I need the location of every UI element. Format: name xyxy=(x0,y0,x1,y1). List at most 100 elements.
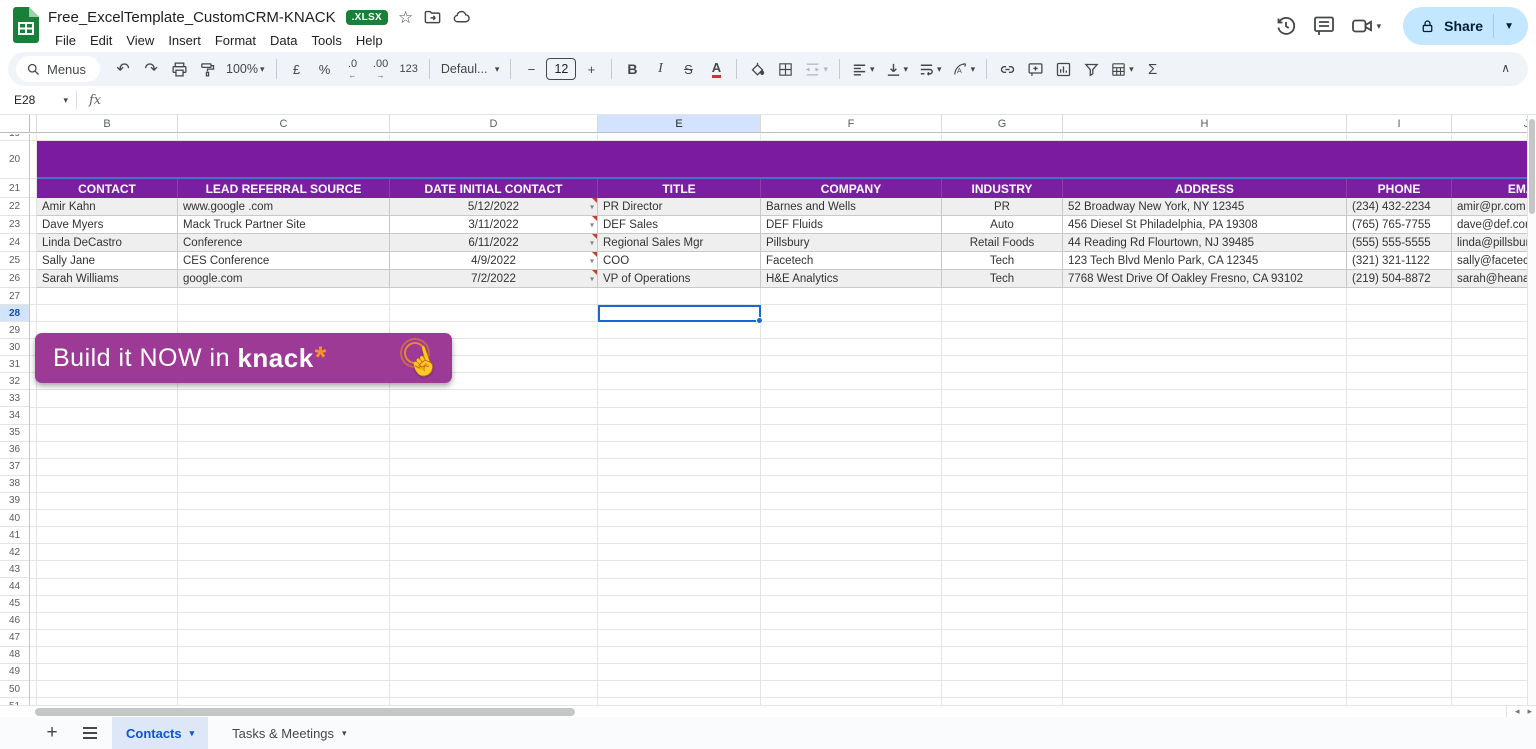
menu-insert[interactable]: Insert xyxy=(161,31,208,50)
menu-edit[interactable]: Edit xyxy=(83,31,119,50)
column-header-f[interactable]: F xyxy=(761,115,942,132)
table-header-cell[interactable]: CONTACT xyxy=(37,179,178,198)
sheets-logo-icon[interactable] xyxy=(12,7,40,43)
grid-cell-email[interactable]: linda@pillsbury xyxy=(1452,234,1527,252)
cloud-status-icon[interactable] xyxy=(452,8,471,27)
row-number-51[interactable]: 51 xyxy=(0,698,29,705)
undo-button[interactable]: ↶ xyxy=(110,56,136,82)
row-number-37[interactable]: 37 xyxy=(0,459,29,476)
grid-cell-date[interactable]: 3/11/2022 ▾ xyxy=(390,216,598,234)
grid-cell-phone[interactable]: (765) 765-7755 xyxy=(1347,216,1452,234)
move-folder-icon[interactable] xyxy=(423,8,442,27)
more-formats-button[interactable]: 123 xyxy=(396,56,422,82)
table-header-cell[interactable]: EMAIL xyxy=(1452,179,1527,198)
grid-cell-industry[interactable]: PR xyxy=(942,198,1063,216)
vertical-scrollbar-thumb[interactable] xyxy=(1529,119,1535,214)
add-sheet-button[interactable]: + xyxy=(40,722,64,744)
sheet-tab-tasks-meetings[interactable]: Tasks & Meetings ▾ xyxy=(218,717,360,749)
menu-help[interactable]: Help xyxy=(349,31,390,50)
strikethrough-button[interactable]: S xyxy=(675,56,701,82)
knack-banner[interactable]: Build it NOW in knack * ☝ xyxy=(35,333,452,383)
table-header-cell[interactable]: LEAD REFERRAL SOURCE xyxy=(178,179,390,198)
font-selector[interactable]: Defaul... ▾ xyxy=(437,56,504,82)
italic-button[interactable]: I xyxy=(647,56,673,82)
video-call-button[interactable]: ▾ xyxy=(1350,14,1381,38)
select-all-corner[interactable] xyxy=(0,115,30,132)
insert-link-button[interactable] xyxy=(994,56,1020,82)
grid-cell-title[interactable]: PR Director xyxy=(598,198,761,216)
name-box[interactable]: E28 ▾ xyxy=(0,93,76,107)
horizontal-scrollbar-thumb[interactable] xyxy=(35,708,575,716)
menu-format[interactable]: Format xyxy=(208,31,263,50)
column-header-e[interactable]: E xyxy=(598,115,761,132)
vertical-align-button[interactable]: ▾ xyxy=(881,56,913,82)
fill-color-button[interactable] xyxy=(744,56,770,82)
grid-cell-company[interactable]: H&E Analytics xyxy=(761,270,942,288)
grid-cell-contact[interactable]: Sarah Williams xyxy=(37,270,178,288)
row-number-44[interactable]: 44 xyxy=(0,578,29,596)
grid-cell-company[interactable]: Barnes and Wells xyxy=(761,198,942,216)
column-header-h[interactable]: H xyxy=(1063,115,1347,132)
row-number-40[interactable]: 40 xyxy=(0,510,29,528)
row-number-43[interactable]: 43 xyxy=(0,561,29,579)
grid-cell-industry[interactable]: Auto xyxy=(942,216,1063,234)
scroll-left-icon[interactable]: ◂ xyxy=(1515,706,1520,717)
grid-cell-source[interactable]: google.com xyxy=(178,270,390,288)
active-cell-outline[interactable] xyxy=(598,305,763,324)
row-number-35[interactable]: 35 xyxy=(0,425,29,442)
row-number-32[interactable]: 32 xyxy=(0,373,29,391)
decrease-font-size-button[interactable]: − xyxy=(518,56,544,82)
increase-font-size-button[interactable]: + xyxy=(578,56,604,82)
font-size-input[interactable]: 12 xyxy=(546,58,577,80)
row-number-48[interactable]: 48 xyxy=(0,647,29,664)
row-number-41[interactable]: 41 xyxy=(0,527,29,545)
grid-cell-contact[interactable]: Linda DeCastro xyxy=(37,234,178,252)
row-number-24[interactable]: 24 xyxy=(0,234,29,252)
grid-cell-title[interactable]: VP of Operations xyxy=(598,270,761,288)
grid-cell-address[interactable]: 123 Tech Blvd Menlo Park, CA 12345 xyxy=(1063,252,1347,270)
row-number-21[interactable]: 21 xyxy=(0,179,29,198)
collapse-toolbar-button[interactable]: ∧ xyxy=(1501,61,1510,75)
insert-comment-button[interactable] xyxy=(1022,56,1048,82)
functions-button[interactable]: Σ xyxy=(1140,56,1166,82)
row-number-34[interactable]: 34 xyxy=(0,407,29,425)
column-header-c[interactable]: C xyxy=(178,115,390,132)
grid-cell-date[interactable]: 5/12/2022 ▾ xyxy=(390,198,598,216)
grid-cell-phone[interactable]: (555) 555-5555 xyxy=(1347,234,1452,252)
table-header-cell[interactable]: INDUSTRY xyxy=(942,179,1063,198)
column-header-b[interactable]: B xyxy=(37,115,178,132)
grid-cell-address[interactable]: 52 Broadway New York, NY 12345 xyxy=(1063,198,1347,216)
grid-cell-contact[interactable]: Amir Kahn xyxy=(37,198,178,216)
decrease-decimal-button[interactable]: .0 ← xyxy=(340,56,366,82)
row-number-29[interactable]: 29 xyxy=(0,322,29,340)
merge-cells-button[interactable]: ▾ xyxy=(800,56,832,82)
vertical-scrollbar[interactable] xyxy=(1527,115,1536,705)
horizontal-align-button[interactable]: ▾ xyxy=(847,56,879,82)
text-rotation-button[interactable]: A ▾ xyxy=(948,56,980,82)
menu-data[interactable]: Data xyxy=(263,31,304,50)
menu-view[interactable]: View xyxy=(119,31,161,50)
row-number-36[interactable]: 36 xyxy=(0,442,29,459)
dropdown-caret-icon[interactable]: ▾ xyxy=(590,238,594,247)
row-number-27[interactable]: 27 xyxy=(0,288,29,305)
filter-button[interactable] xyxy=(1078,56,1104,82)
grid-cell-industry[interactable]: Tech xyxy=(942,270,1063,288)
borders-button[interactable] xyxy=(772,56,798,82)
menu-tools[interactable]: Tools xyxy=(304,31,348,50)
grid-cell-company[interactable]: DEF Fluids xyxy=(761,216,942,234)
dropdown-caret-icon[interactable]: ▾ xyxy=(590,274,594,283)
grid-cell-company[interactable]: Pillsbury xyxy=(761,234,942,252)
increase-decimal-button[interactable]: .00 → xyxy=(368,56,394,82)
menu-file[interactable]: File xyxy=(48,31,83,50)
grid-cell-date[interactable]: 6/11/2022 ▾ xyxy=(390,234,598,252)
zoom-selector[interactable]: 100% ▾ xyxy=(222,56,269,82)
grid-cell-industry[interactable]: Retail Foods xyxy=(942,234,1063,252)
row-number-31[interactable]: 31 xyxy=(0,356,29,374)
grid-cell-company[interactable]: Facetech xyxy=(761,252,942,270)
grid-cell-address[interactable]: 7768 West Drive Of Oakley Fresno, CA 931… xyxy=(1063,270,1347,288)
row-number-26[interactable]: 26 xyxy=(0,270,29,288)
table-header-cell[interactable]: ADDRESS xyxy=(1063,179,1347,198)
row-number-22[interactable]: 22 xyxy=(0,198,29,216)
scroll-right-icon[interactable]: ▸ xyxy=(1527,706,1532,717)
all-sheets-icon[interactable] xyxy=(78,727,102,739)
